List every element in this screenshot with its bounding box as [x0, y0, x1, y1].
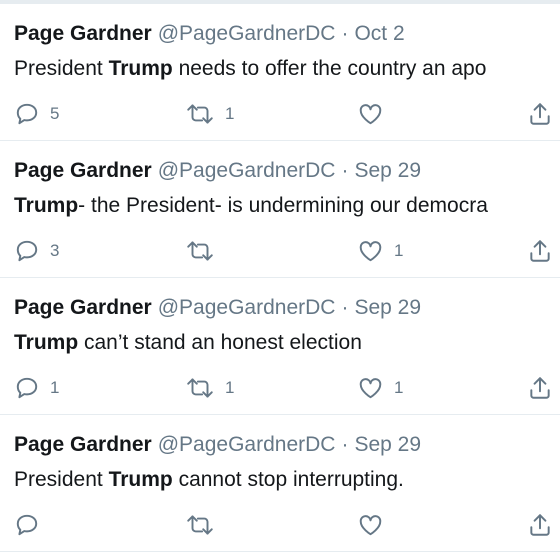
reply-button[interactable]: 3	[14, 234, 59, 268]
reply-button[interactable]: 1	[14, 371, 59, 405]
share-button[interactable]	[527, 371, 553, 405]
share-button[interactable]	[527, 97, 553, 131]
retweet-button[interactable]: 1	[185, 97, 234, 131]
share-icon	[530, 514, 550, 536]
retweet-icon	[187, 378, 213, 398]
tweet-text-highlight: Trump	[108, 57, 173, 80]
tweet-date[interactable]: Sep 29	[354, 433, 421, 456]
retweet-count: 1	[225, 104, 235, 123]
tweet-feed: Page Gardner @PageGardnerDC · Oct 2 Preside…	[0, 4, 560, 552]
author-handle[interactable]: @PageGardnerDC	[158, 159, 336, 182]
like-button[interactable]: 1	[357, 234, 403, 268]
tweet-actions	[0, 508, 560, 542]
tweet-actions: 3 1	[0, 234, 560, 268]
heart-icon	[359, 104, 382, 125]
tweet-text-highlight: Trump	[14, 194, 79, 217]
author-name[interactable]: Page Gardner	[14, 159, 152, 182]
tweet-actions: 5 1	[0, 97, 560, 131]
retweet-count: 1	[225, 378, 235, 397]
reply-count: 1	[50, 378, 60, 397]
author-name[interactable]: Page Gardner	[14, 296, 152, 319]
retweet-button[interactable]	[185, 234, 225, 268]
tweet-text-highlight: Trump	[108, 468, 173, 491]
author-handle[interactable]: @PageGardnerDC	[158, 433, 336, 456]
tweet-header: Page Gardner @PageGardnerDC · Sep 29	[14, 431, 421, 459]
author-handle[interactable]: @PageGardnerDC	[158, 296, 336, 319]
author-name[interactable]: Page Gardner	[14, 433, 152, 456]
heart-icon	[359, 515, 382, 536]
heart-icon	[359, 241, 382, 262]
like-button[interactable]: 1	[357, 371, 403, 405]
meta-separator: ·	[341, 433, 349, 456]
heart-icon	[359, 378, 382, 399]
tweet[interactable]: Page Gardner @PageGardnerDC · Sep 29 Trump …	[0, 278, 560, 415]
tweet-date[interactable]: Sep 29	[354, 296, 421, 319]
tweet[interactable]: Page Gardner @PageGardnerDC · Sep 29 Presid…	[0, 415, 560, 552]
like-count: 1	[394, 241, 404, 260]
tweet-text: Trump can’t stand an honest election	[14, 328, 362, 358]
reply-icon	[16, 514, 38, 536]
tweet-text-post: needs to offer the country an apo	[172, 57, 487, 80]
tweet-text-post: cannot stop interrupting.	[172, 468, 404, 491]
author-name[interactable]: Page Gardner	[14, 22, 152, 45]
reply-icon	[16, 240, 38, 262]
tweet-text: President Trump needs to offer the count…	[14, 54, 486, 84]
tweet[interactable]: Page Gardner @PageGardnerDC · Sep 29 Trump-…	[0, 141, 560, 278]
tweet-text-post: can’t stand an honest election	[78, 331, 362, 354]
tweet-header: Page Gardner @PageGardnerDC · Oct 2	[14, 20, 405, 48]
share-button[interactable]	[527, 508, 553, 542]
tweet[interactable]: Page Gardner @PageGardnerDC · Oct 2 Preside…	[0, 4, 560, 141]
reply-icon	[16, 377, 38, 399]
like-button[interactable]	[357, 508, 394, 542]
share-icon	[530, 103, 550, 125]
tweet-text-pre: President	[14, 57, 109, 80]
tweet-text-pre: President	[14, 468, 109, 491]
tweet-date[interactable]: Sep 29	[354, 159, 421, 182]
tweet-date[interactable]: Oct 2	[354, 22, 404, 45]
tweet-actions: 1 1 1	[0, 371, 560, 405]
meta-separator: ·	[341, 159, 349, 182]
retweet-button[interactable]: 1	[185, 371, 234, 405]
meta-separator: ·	[341, 22, 349, 45]
like-button[interactable]	[357, 97, 394, 131]
tweet-text: Trump- the President- is undermining our…	[14, 191, 488, 221]
author-handle[interactable]: @PageGardnerDC	[158, 22, 336, 45]
tweet-text-highlight: Trump	[14, 331, 79, 354]
retweet-icon	[187, 104, 213, 124]
share-icon	[530, 377, 550, 399]
reply-count: 5	[50, 104, 60, 123]
like-count: 1	[394, 378, 404, 397]
share-icon	[530, 240, 550, 262]
retweet-icon	[187, 515, 213, 535]
reply-button[interactable]: 5	[14, 97, 59, 131]
share-button[interactable]	[527, 234, 553, 268]
retweet-button[interactable]	[185, 508, 225, 542]
tweet-header: Page Gardner @PageGardnerDC · Sep 29	[14, 294, 421, 322]
reply-count: 3	[50, 241, 60, 260]
tweet-text-post: - the President- is undermining our demo…	[78, 194, 488, 217]
tweet-header: Page Gardner @PageGardnerDC · Sep 29	[14, 157, 421, 185]
reply-button[interactable]	[14, 508, 50, 542]
meta-separator: ·	[341, 296, 349, 319]
reply-icon	[16, 103, 38, 125]
retweet-icon	[187, 241, 213, 261]
tweet-text: President Trump cannot stop interrupting…	[14, 465, 404, 495]
